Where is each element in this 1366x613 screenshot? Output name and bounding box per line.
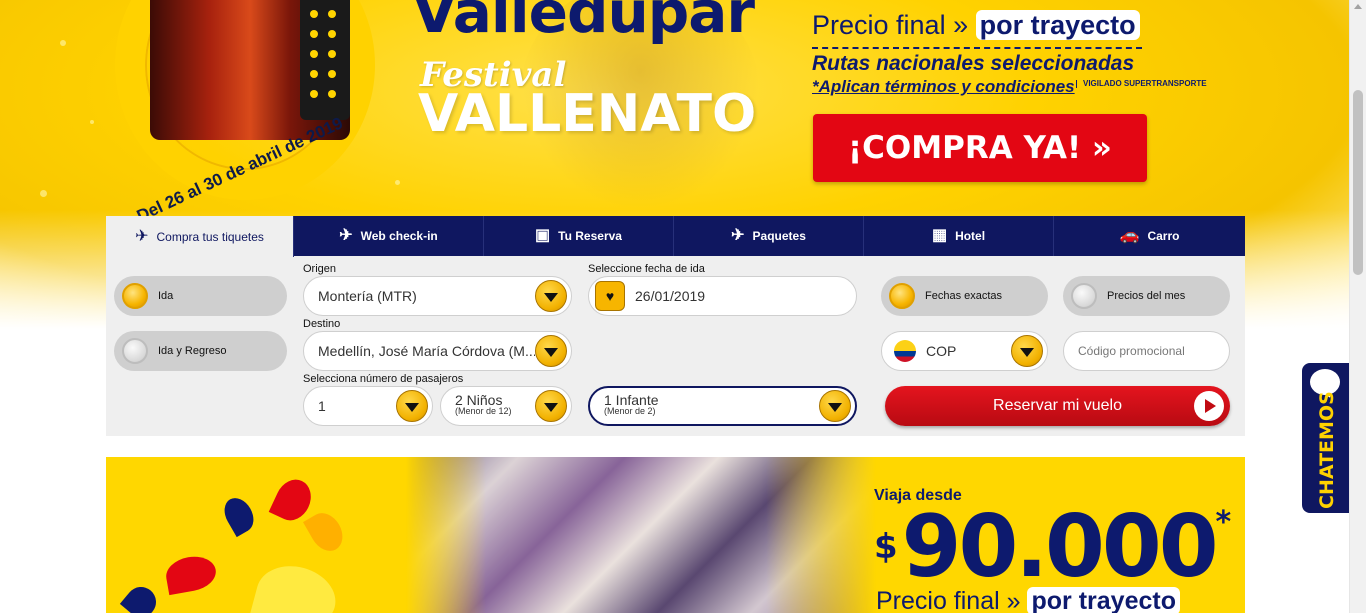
month-prices-radio[interactable]: Precios del mes [1063,276,1230,316]
tab-reservation[interactable]: ▣ Tu Reserva [484,216,674,256]
hero-price-line: Precio final » por trayecto [812,10,1140,41]
promo-code-input[interactable]: Código promocional [1063,331,1230,371]
decorative-petal [218,492,260,538]
hotel-icon: ▦ [931,227,948,244]
trip-one-way-radio[interactable]: Ida [114,276,287,316]
children-select[interactable]: 2 Niños (Menor de 12) [440,386,572,426]
tab-buy-tickets[interactable]: ✈ Compra tus tiquetes [106,216,294,257]
tab-car[interactable]: 🚗 Carro [1054,216,1245,256]
vigilado-logo: VIGILADO SUPERTRANSPORTE [1076,80,1207,88]
event-title: VALLENATO [418,84,757,144]
city-title: Valledupar [412,0,755,46]
booking-widget: ✈ Compra tus tiquetes ✈ Web check-in ▣ T… [106,216,1245,436]
accordion-keys [300,0,350,120]
carnival-photo [406,457,876,613]
chevron-down-icon[interactable] [535,280,567,312]
destination-label: Destino [303,318,341,330]
book-flight-button[interactable]: Reservar mi vuelo [885,386,1230,426]
promo-banner[interactable]: Viaja desde $90.000* Precio final » por … [106,457,1245,613]
exact-dates-radio[interactable]: Fechas exactas [881,276,1048,316]
decorative-petal [119,580,163,613]
date-label: Seleccione fecha de ida [588,263,705,275]
calendar-icon[interactable]: ♥ [595,281,625,311]
sparkle [40,190,47,197]
plane-building-icon: ✈ [731,227,745,244]
sparkle [60,40,66,46]
chevron-down-icon[interactable] [535,335,567,367]
sparkle [90,120,94,124]
chat-label: CHATEMOS [1316,391,1338,509]
reservation-icon: ▣ [535,227,551,244]
promo-price-line: Precio final » por trayecto [876,587,1180,613]
tab-packages[interactable]: ✈ Paquetes [674,216,864,256]
chevron-down-icon[interactable] [819,390,851,422]
chevron-down-icon[interactable] [535,390,567,422]
origin-select[interactable]: Montería (MTR) [303,276,572,316]
trip-round-trip-radio[interactable]: Ida y Regreso [114,331,287,371]
infants-age-note: (Menor de 2) [604,406,656,416]
sparkle [395,180,400,185]
divider [812,47,1142,49]
hero-routes: Rutas nacionales seleccionadas [812,52,1135,75]
radio-selected-icon [122,283,148,309]
radio-unselected-icon [122,338,148,364]
colombia-flag-icon [894,340,916,362]
tab-hotel[interactable]: ▦ Hotel [864,216,1054,256]
adults-select[interactable]: 1 [303,386,433,426]
plane-cloud-icon: ✈ [339,227,353,244]
hero-price-cropped [812,0,1142,2]
chat-widget-button[interactable]: CHATEMOS [1302,363,1349,513]
radio-unselected-icon [1071,283,1097,309]
car-icon: 🚗 [1119,227,1140,244]
page-scrollbar[interactable] [1349,0,1366,613]
hero-price-tag: por trayecto [975,10,1140,40]
play-arrow-icon [1194,391,1224,421]
passengers-label: Selecciona número de pasajeros [303,373,464,385]
scrollbar-thumb[interactable] [1353,90,1363,275]
chevron-down-icon[interactable] [1011,335,1043,367]
decorative-petal [303,507,349,557]
infants-select[interactable]: 1 Infante (Menor de 2) [588,386,857,426]
decorative-petal [163,552,219,596]
buy-now-button[interactable]: ¡COMPRA YA! » [813,114,1147,182]
destination-select[interactable]: Medellín, José María Córdova (M... [303,331,572,371]
radio-selected-icon [889,283,915,309]
booking-tabs: ✈ Compra tus tiquetes ✈ Web check-in ▣ T… [106,216,1245,257]
scroll-up-arrow-icon[interactable] [1354,4,1362,9]
promo-price-tag: por trayecto [1027,587,1180,613]
children-age-note: (Menor de 12) [455,406,512,416]
promo-price: $90.000* [874,497,1232,597]
origin-label: Origen [303,263,337,275]
terms-link[interactable]: *Aplican términos y condiciones [812,77,1075,97]
decorative-petal [249,557,343,613]
chevron-down-icon[interactable] [396,390,428,422]
tab-web-checkin[interactable]: ✈ Web check-in [294,216,484,256]
departure-date-field[interactable]: ♥ 26/01/2019 [588,276,857,316]
currency-select[interactable]: COP [881,331,1048,371]
plane-cloud-icon: ✈ [135,227,149,245]
